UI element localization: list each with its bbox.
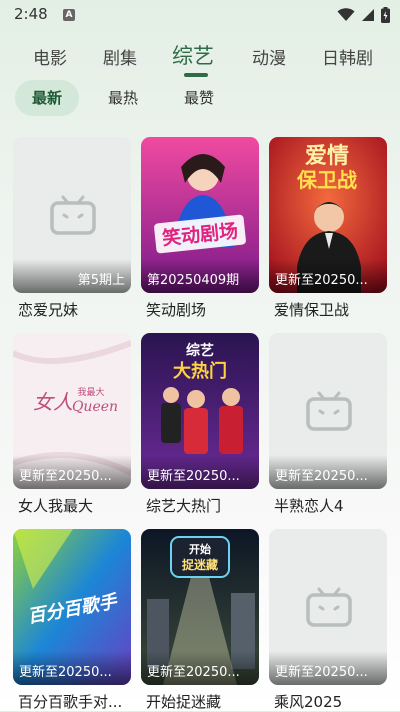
svg-text:捉迷藏: 捉迷藏 — [182, 557, 218, 572]
show-card[interactable]: 第5期上 恋爱兄妹 — [13, 137, 131, 327]
show-card[interactable]: 更新至20250... 半熟恋人4 — [269, 333, 387, 523]
category-tabs: 电影 剧集 综艺 动漫 日韩剧 — [0, 38, 400, 78]
battery-icon — [381, 7, 390, 23]
show-title[interactable]: 半熟恋人4 — [274, 495, 389, 516]
episode-badge: 第5期上 — [77, 273, 125, 288]
show-thumbnail[interactable]: 爱情 保卫战 更新至20250... — [269, 137, 387, 293]
show-card[interactable]: 笑动剧场 第20250409期 笑动剧场 — [141, 137, 259, 327]
active-tab-indicator — [184, 73, 208, 77]
show-title[interactable]: 百分百歌手对... — [18, 691, 133, 712]
show-title[interactable]: 女人我最大 — [18, 495, 133, 516]
svg-text:开始: 开始 — [189, 542, 211, 556]
show-card[interactable]: 综艺 大热门 更新至20250... 综艺大热门 — [141, 333, 259, 523]
svg-text:Queen: Queen — [72, 399, 118, 415]
signal-icon — [362, 9, 374, 21]
episode-badge: 更新至20250... — [147, 665, 240, 680]
show-card[interactable]: 百分百歌手 更新至20250... 百分百歌手对... — [13, 529, 131, 711]
episode-badge: 更新至20250... — [19, 665, 112, 680]
tv-placeholder-icon — [306, 587, 352, 627]
show-title[interactable]: 综艺大热门 — [146, 495, 261, 516]
wifi-icon — [337, 8, 355, 21]
status-icons — [337, 6, 390, 24]
status-bar: 2:48 A — [0, 0, 400, 30]
show-thumbnail[interactable]: 更新至20250... — [269, 529, 387, 685]
episode-badge: 更新至20250... — [275, 273, 368, 288]
tab-variety[interactable]: 综艺 — [172, 40, 214, 70]
svg-text:我最大: 我最大 — [77, 386, 104, 398]
show-card[interactable]: 女人 我最大 Queen 更新至20250... 女人我最大 — [13, 333, 131, 523]
tab-anime[interactable]: 动漫 — [252, 44, 286, 69]
tv-placeholder-icon — [306, 391, 352, 431]
episode-badge: 更新至20250... — [275, 665, 368, 680]
show-card[interactable]: 开始 捉迷藏 更新至20250... 开始捉迷藏 — [141, 529, 259, 711]
show-title[interactable]: 开始捉迷藏 — [146, 691, 261, 712]
episode-badge: 更新至20250... — [19, 469, 112, 484]
show-thumbnail[interactable]: 女人 我最大 Queen 更新至20250... — [13, 333, 131, 489]
sort-hottest-chip[interactable]: 最热 — [108, 80, 138, 116]
tv-placeholder-icon — [50, 195, 96, 235]
show-card[interactable]: 爱情 保卫战 更新至20250... 爱情保卫战 — [269, 137, 387, 327]
tab-series[interactable]: 剧集 — [103, 44, 137, 69]
show-thumbnail[interactable]: 笑动剧场 第20250409期 — [141, 137, 259, 293]
sort-most-liked-chip[interactable]: 最赞 — [184, 80, 214, 116]
status-time: 2:48 — [14, 5, 48, 23]
episode-badge: 更新至20250... — [275, 469, 368, 484]
svg-text:综艺: 综艺 — [186, 342, 214, 359]
episode-badge: 第20250409期 — [147, 273, 240, 288]
notification-a-icon: A — [63, 9, 75, 21]
episode-badge: 更新至20250... — [147, 469, 240, 484]
show-thumbnail[interactable]: 第5期上 — [13, 137, 131, 293]
show-title[interactable]: 恋爱兄妹 — [18, 299, 133, 320]
show-title[interactable]: 爱情保卫战 — [274, 299, 389, 320]
show-title[interactable]: 乘风2025 — [274, 691, 389, 712]
svg-text:女人: 女人 — [33, 390, 73, 414]
tab-korean-japanese[interactable]: 日韩剧 — [322, 44, 373, 69]
svg-text:爱情: 爱情 — [305, 143, 349, 169]
show-thumbnail[interactable]: 开始 捉迷藏 更新至20250... — [141, 529, 259, 685]
show-thumbnail[interactable]: 百分百歌手 更新至20250... — [13, 529, 131, 685]
svg-text:大热门: 大热门 — [173, 360, 227, 382]
show-title[interactable]: 笑动剧场 — [146, 299, 261, 320]
svg-text:保卫战: 保卫战 — [296, 168, 357, 192]
tab-movie[interactable]: 电影 — [33, 44, 67, 69]
sort-latest-chip[interactable]: 最新 — [15, 80, 79, 116]
show-thumbnail[interactable]: 综艺 大热门 更新至20250... — [141, 333, 259, 489]
show-thumbnail[interactable]: 更新至20250... — [269, 333, 387, 489]
show-card[interactable]: 更新至20250... 乘风2025 — [269, 529, 387, 711]
sort-tabs: 最新 最热 最赞 — [0, 80, 400, 116]
